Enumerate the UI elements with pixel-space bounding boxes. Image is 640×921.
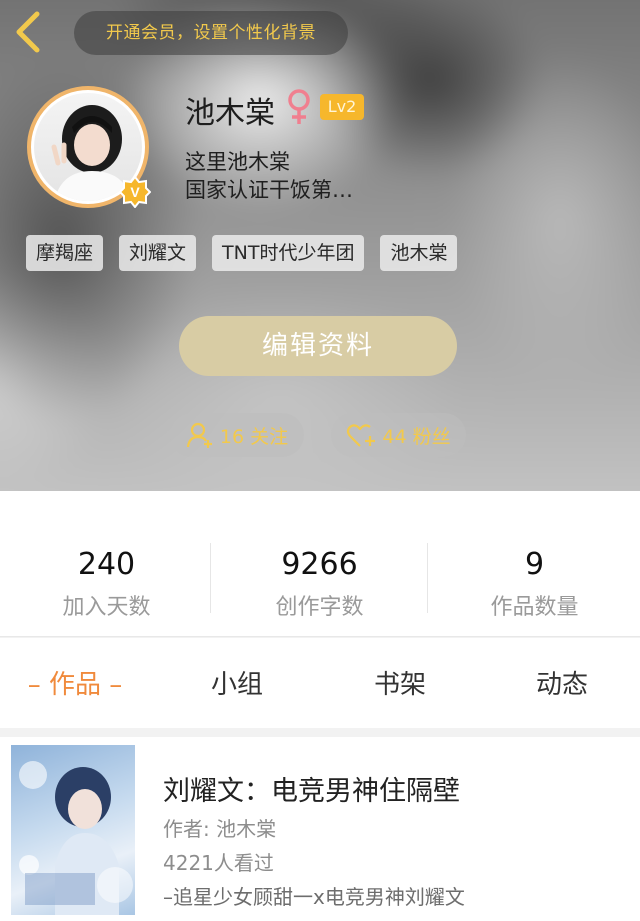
interest-tags: 摩羯座 刘耀文 TNT时代少年团 池木棠 bbox=[26, 235, 458, 271]
vip-background-prompt[interactable]: 开通会员，设置个性化背景 bbox=[74, 11, 348, 55]
stat-label: 创作字数 bbox=[275, 595, 364, 620]
works-list: 刘耀文：电竞男神住隔壁 作者: 池木棠 4221人看过 –追星少女顾甜一x电竞男… bbox=[0, 728, 640, 921]
tag-item[interactable]: TNT时代少年团 bbox=[212, 235, 365, 271]
level-badge: Lv2 bbox=[320, 94, 364, 120]
book-author: 作者: 池木棠 bbox=[163, 817, 277, 841]
female-symbol-icon bbox=[288, 89, 310, 124]
stat-days-joined: 240 加入天数 bbox=[0, 491, 213, 637]
following-count: 16 关注 bbox=[219, 425, 289, 448]
verified-badge-icon: V bbox=[119, 176, 151, 208]
book-summary: –追星少女顾甜一x电竞男神刘耀文 bbox=[163, 885, 465, 909]
book-card[interactable]: 刘耀文：电竞男神住隔壁 作者: 池木棠 4221人看过 –追星少女顾甜一x电竞男… bbox=[0, 737, 640, 921]
tag-item[interactable]: 摩羯座 bbox=[26, 235, 104, 271]
stat-label: 加入天数 bbox=[62, 595, 151, 620]
tab-bookshelf[interactable]: 书架 bbox=[348, 638, 452, 728]
profile-tabs: – 作品 – 小组 书架 动态 bbox=[0, 638, 640, 728]
back-button[interactable] bbox=[6, 8, 50, 56]
stat-word-count: 9266 创作字数 bbox=[213, 491, 426, 637]
fans-count: 44 粉丝 bbox=[382, 425, 451, 448]
stat-divider bbox=[210, 543, 211, 613]
stat-label: 作品数量 bbox=[490, 595, 579, 620]
stat-value: 240 bbox=[77, 547, 136, 582]
book-views: 4221人看过 bbox=[163, 851, 274, 875]
heart-plus-icon bbox=[347, 424, 376, 447]
book-cover bbox=[11, 745, 135, 915]
svg-text:V: V bbox=[130, 184, 140, 200]
user-name: 池木棠 bbox=[185, 96, 275, 131]
avatar[interactable]: V bbox=[27, 86, 151, 208]
bio-line: 国家认证干饭第… bbox=[185, 178, 353, 202]
edit-profile-button[interactable]: 编辑资料 bbox=[179, 316, 457, 376]
tag-item[interactable]: 刘耀文 bbox=[119, 235, 197, 271]
stats-bar: 240 加入天数 9266 创作字数 9 作品数量 bbox=[0, 491, 640, 637]
book-title: 刘耀文：电竞男神住隔壁 bbox=[163, 776, 460, 807]
chevron-left-icon bbox=[16, 11, 40, 53]
tab-groups[interactable]: 小组 bbox=[185, 638, 289, 728]
profile-header: 开通会员，设置个性化背景 V 池木棠 Lv2 这里池木棠 国家认证干饭第… 摩羯… bbox=[0, 0, 640, 491]
following-button[interactable]: 16 关注 bbox=[170, 413, 304, 457]
stat-value: 9 bbox=[524, 547, 545, 582]
tag-item[interactable]: 池木棠 bbox=[380, 235, 458, 271]
user-plus-icon bbox=[186, 422, 212, 448]
tab-works[interactable]: – 作品 – bbox=[10, 638, 140, 728]
tab-activity[interactable]: 动态 bbox=[510, 638, 614, 728]
stat-works-count: 9 作品数量 bbox=[428, 491, 640, 637]
fans-button[interactable]: 44 粉丝 bbox=[331, 413, 466, 457]
bio-line: 这里池木棠 bbox=[185, 150, 290, 174]
stat-value: 9266 bbox=[281, 547, 358, 582]
